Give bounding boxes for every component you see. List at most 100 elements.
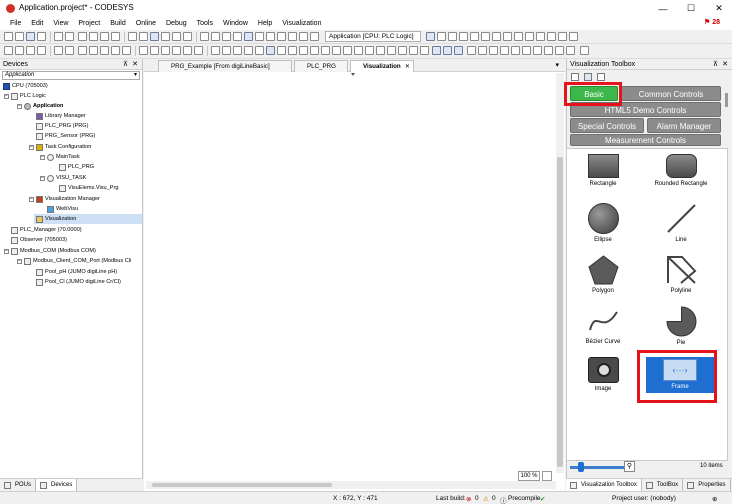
menu-online[interactable]: Online bbox=[131, 20, 161, 27]
tab-visualization-toolbox[interactable]: Visualization Toolbox bbox=[566, 479, 642, 491]
align-middle-icon[interactable] bbox=[54, 46, 63, 55]
one-forward-icon[interactable] bbox=[161, 46, 170, 55]
halt-icon[interactable] bbox=[448, 32, 457, 41]
tab-visualization[interactable]: Visualization ✕ bbox=[350, 60, 414, 72]
minimize-button[interactable]: — bbox=[650, 0, 676, 17]
tree-item-application[interactable]: Application bbox=[24, 101, 63, 111]
vertical-scrollbar[interactable] bbox=[556, 73, 564, 473]
same-height-icon[interactable] bbox=[89, 46, 98, 55]
zoom-selector[interactable]: 100 % bbox=[518, 471, 540, 481]
visu-options-icon[interactable] bbox=[321, 46, 330, 55]
tool-bezier-curve[interactable]: Bézier Curve bbox=[568, 306, 638, 345]
menu-visualization[interactable]: Visualization bbox=[277, 20, 326, 27]
tree-item-task-configuration[interactable]: Task Configuration bbox=[36, 142, 91, 152]
new-icon[interactable] bbox=[4, 32, 13, 41]
breakpoint-icon[interactable] bbox=[299, 32, 308, 41]
tool-polyline[interactable]: Polyline bbox=[641, 255, 721, 294]
layout-1-icon[interactable] bbox=[432, 46, 441, 55]
tool-ellipse[interactable]: Ellipse bbox=[568, 203, 638, 243]
tree-item-plc-prg[interactable]: PLC_PRG (PRG) bbox=[36, 121, 89, 131]
tree-item-visu-task[interactable]: VISU_TASK bbox=[47, 173, 86, 183]
print-icon[interactable] bbox=[37, 32, 46, 41]
tree-item-plc-manager[interactable]: PLC_Manager (70.0000) bbox=[11, 225, 82, 235]
flip-icon[interactable] bbox=[500, 46, 509, 55]
paste-icon[interactable] bbox=[100, 32, 109, 41]
find-icon[interactable] bbox=[128, 32, 137, 41]
menu-window[interactable]: Window bbox=[218, 20, 253, 27]
layout-2-icon[interactable] bbox=[443, 46, 452, 55]
rotate-icon[interactable] bbox=[489, 46, 498, 55]
step-icon[interactable] bbox=[459, 32, 468, 41]
align-center-icon[interactable] bbox=[15, 46, 24, 55]
watch-icon[interactable] bbox=[558, 32, 567, 41]
menu-build[interactable]: Build bbox=[105, 20, 131, 27]
category-scrollbar[interactable] bbox=[725, 93, 728, 107]
toolbox-list-icon[interactable] bbox=[584, 73, 592, 81]
tree-item-visuelems[interactable]: VisuElems.Visu_Prg bbox=[59, 183, 118, 193]
zoom-fit-icon[interactable] bbox=[542, 471, 552, 481]
unlock-icon[interactable] bbox=[522, 46, 531, 55]
zoom-out-icon[interactable] bbox=[222, 46, 231, 55]
interface-editor-icon[interactable] bbox=[266, 46, 275, 55]
tab-properties[interactable]: Properties bbox=[683, 479, 731, 491]
visualization-canvas[interactable] bbox=[146, 73, 556, 473]
snap-icon[interactable] bbox=[244, 46, 253, 55]
pin-icon[interactable]: ⊼ bbox=[713, 59, 718, 70]
generate-code-icon[interactable] bbox=[233, 32, 242, 41]
visible-icon[interactable] bbox=[533, 46, 542, 55]
group-icon[interactable] bbox=[111, 46, 120, 55]
tree-item-webvisu[interactable]: WebVisu bbox=[47, 204, 78, 214]
run-icon[interactable] bbox=[437, 32, 446, 41]
align-top-icon[interactable] bbox=[37, 46, 46, 55]
pin-icon[interactable]: ⊼ bbox=[123, 59, 128, 70]
redo-icon[interactable] bbox=[65, 32, 74, 41]
visualization-icon[interactable] bbox=[310, 32, 319, 41]
tool-polygon[interactable]: Polygon bbox=[568, 255, 638, 294]
start-icon[interactable] bbox=[266, 32, 275, 41]
horizontal-scroll-thumb[interactable] bbox=[152, 483, 332, 487]
trace-icon[interactable] bbox=[536, 32, 545, 41]
step-out-icon[interactable] bbox=[481, 32, 490, 41]
collapse-toggle-icon[interactable]: − bbox=[4, 249, 9, 254]
collapse-toggle-icon[interactable]: − bbox=[17, 259, 22, 264]
undo-icon[interactable] bbox=[54, 32, 63, 41]
online-icon[interactable] bbox=[426, 32, 435, 41]
ungroup-icon[interactable] bbox=[122, 46, 131, 55]
toolbar-options-icon[interactable] bbox=[580, 46, 589, 55]
save-icon[interactable] bbox=[26, 32, 35, 41]
zoom-magnifier-icon[interactable]: ⚲ bbox=[624, 461, 635, 472]
hotkeys-icon[interactable] bbox=[277, 46, 286, 55]
tree-item-library-manager[interactable]: Library Manager bbox=[36, 111, 86, 121]
callstack-icon[interactable] bbox=[547, 32, 556, 41]
tool-rectangle[interactable]: Rectangle bbox=[568, 154, 638, 187]
frame-select-icon[interactable] bbox=[255, 46, 264, 55]
horizontal-scrollbar[interactable] bbox=[146, 481, 556, 489]
symbol-icon[interactable] bbox=[409, 46, 418, 55]
one-backward-icon[interactable] bbox=[172, 46, 181, 55]
collapse-toggle-icon[interactable]: − bbox=[29, 197, 34, 202]
bookmark-clear-icon[interactable] bbox=[183, 32, 192, 41]
template-icon[interactable] bbox=[398, 46, 407, 55]
vertical-scroll-thumb[interactable] bbox=[557, 157, 563, 467]
align-right-icon[interactable] bbox=[26, 46, 35, 55]
tree-item-maintask[interactable]: MainTask bbox=[47, 152, 80, 162]
bookmark-next-icon[interactable] bbox=[161, 32, 170, 41]
clean-icon[interactable] bbox=[222, 32, 231, 41]
tree-item-modbus-client[interactable]: Modbus_Client_COM_Port (Modbus Cli bbox=[24, 256, 131, 266]
maximize-button[interactable]: ☐ bbox=[678, 0, 704, 17]
tree-item-cpu[interactable]: CPU (705003) bbox=[3, 81, 48, 91]
stop-icon[interactable] bbox=[277, 32, 286, 41]
send-back-icon[interactable] bbox=[150, 46, 159, 55]
category-measurement-controls[interactable]: Measurement Controls bbox=[570, 134, 721, 146]
open-icon[interactable] bbox=[15, 32, 24, 41]
language-icon[interactable] bbox=[343, 46, 352, 55]
dist-v-icon[interactable] bbox=[194, 46, 203, 55]
tree-item-modbus-com[interactable]: Modbus_COM (Modbus COM) bbox=[11, 246, 96, 256]
tab-plc-prg[interactable]: PLC_PRG bbox=[294, 60, 348, 72]
collapse-icon[interactable] bbox=[478, 46, 487, 55]
unforce-icon[interactable] bbox=[503, 32, 512, 41]
tab-prg-example[interactable]: PRG_Example [From digiLineBasic] bbox=[158, 60, 292, 72]
zoom-in-icon[interactable] bbox=[211, 46, 220, 55]
tree-item-visualization-manager[interactable]: Visualization Manager bbox=[36, 194, 100, 204]
login-icon[interactable] bbox=[244, 32, 253, 41]
